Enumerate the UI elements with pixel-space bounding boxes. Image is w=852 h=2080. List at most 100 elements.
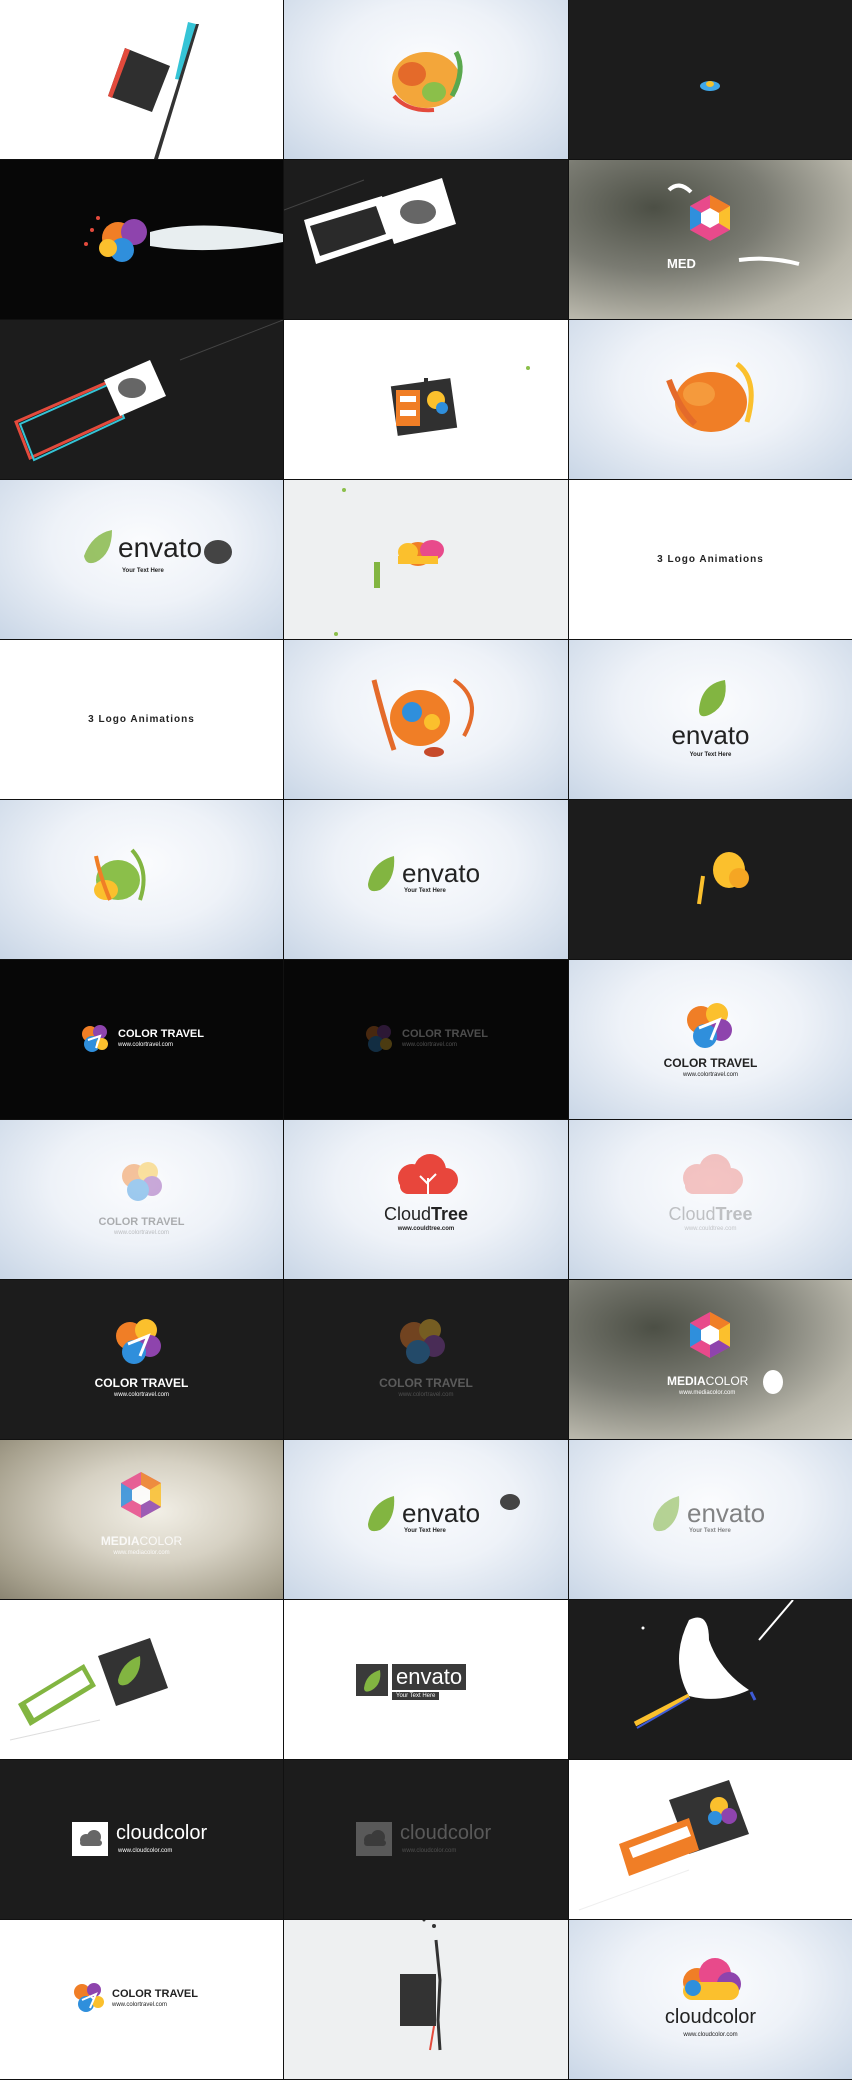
envato-tagline: Your Text Here — [122, 568, 164, 574]
frame-5-2-color-travel-splash — [284, 640, 568, 799]
mediacolor-color-text: COLOR — [139, 1534, 183, 1548]
thumbnail-grid: MED envato Your Text Here 3 Logo Animati… — [0, 0, 852, 2079]
frame-12-2-cloudcolor-fade: cloudcolor www.cloudcolor.com — [284, 1760, 568, 1919]
frame-4-3-title: 3 Logo Animations — [569, 480, 852, 639]
cloudcolor-url: www.cloudcolor.com — [402, 1848, 457, 1854]
color-travel-wordmark: COLOR TRAVEL — [112, 1988, 198, 2000]
color-travel-wordmark: COLOR TRAVEL — [663, 1056, 758, 1070]
cloudcolor-wordmark: cloudcolor — [116, 1822, 208, 1844]
envato-icon-box — [356, 1664, 388, 1696]
frame-9-1-color-travel-stacked-dark: COLOR TRAVEL www.colortravel.com — [0, 1280, 283, 1439]
paint-splash-shape — [392, 50, 463, 113]
mediacolor-url: www.mediacolor.com — [113, 1550, 170, 1556]
color-travel-wordmark: COLOR TRAVEL — [94, 1376, 189, 1390]
frame-7-2-color-travel-fade: COLOR TRAVEL www.colortravel.com — [284, 960, 568, 1119]
card-glitch-shape — [14, 320, 283, 462]
cloud-icon — [80, 1830, 102, 1846]
frame-1-3-tiny-splash — [569, 0, 852, 159]
faded-logo-group: MEDIACOLOR www.mediacolor.com — [0, 1440, 283, 1599]
color-travel-wordmark: COLOR TRAVEL — [118, 1028, 204, 1040]
cloud-icon — [364, 1830, 386, 1846]
frame-8-3-cloudtree-fading: CloudTree www.couldtree.com — [569, 1120, 852, 1279]
frame-11-1-envato-card-stretch — [0, 1600, 283, 1759]
tiny-splash-shape — [700, 81, 720, 91]
frame-1-1-card-swipe — [0, 0, 283, 159]
frame-8-2-cloudtree-logo: CloudTree www.couldtree.com — [284, 1120, 568, 1279]
card-drip-shape — [400, 1920, 442, 2051]
cloudtree-cloud-text: Cloud — [668, 1204, 716, 1224]
frame-4-1-envato-build: envato Your Text Here — [0, 480, 283, 639]
frame-4-2-cloudcolor-build — [284, 480, 568, 639]
cloudtree-tree-text: Tree — [431, 1204, 469, 1224]
envato-wordmark: envato — [118, 532, 203, 563]
mediacolor-color-text: COLOR — [705, 1374, 749, 1388]
color-travel-url: www.colortravel.com — [402, 1042, 458, 1048]
cloudtree-icon — [398, 1154, 458, 1194]
frame-10-2-envato-exit: envato Your Text Here — [284, 1440, 568, 1599]
mediacolor-hex-shape — [667, 183, 800, 266]
mediacolor-url: www.mediacolor.com — [679, 1390, 736, 1396]
faded-logo-group: COLOR TRAVEL www.colortravel.com — [284, 1280, 568, 1439]
envato-tagline: Your Text Here — [404, 888, 446, 894]
cloudtree-tree-text: Tree — [715, 1204, 753, 1224]
envato-tagline: Your Text Here — [689, 752, 732, 758]
frame-13-2-card-drip — [284, 1920, 568, 2079]
frame-5-1-title: 3 Logo Animations — [0, 640, 283, 799]
frame-3-3-orange-splash — [569, 320, 852, 479]
envato-wordmark: envato — [671, 720, 750, 750]
frame-10-1-mediacolor-fading: MEDIACOLOR www.mediacolor.com — [0, 1440, 283, 1599]
frame-7-3-color-travel-stacked: COLOR TRAVEL www.colortravel.com — [569, 960, 852, 1119]
color-travel-url: www.colortravel.com — [113, 1230, 169, 1236]
travel-splash-shape — [371, 678, 474, 757]
color-travel-url: www.colortravel.com — [113, 1392, 169, 1398]
color-travel-wordmark: COLOR TRAVEL — [379, 1376, 473, 1390]
envato-wordmark: envato — [402, 1498, 481, 1528]
card-swipe-shape — [108, 22, 199, 159]
frame-1-2-paint-splash — [284, 0, 568, 159]
cloudtree-icon — [683, 1154, 743, 1194]
envato-tagline: Your Text Here — [689, 1528, 731, 1534]
envato-wordmark: envato — [687, 1498, 766, 1528]
travel-card-shape — [390, 366, 530, 436]
envato-wordmark: envato — [402, 858, 481, 888]
cloudcolor-icon-box — [72, 1822, 108, 1856]
mediacolor-hex-icon — [690, 1312, 783, 1394]
faded-logo-group: CloudTree www.couldtree.com — [569, 1120, 852, 1279]
frame-6-2-envato-logo: envato Your Text Here — [284, 800, 568, 959]
envato-tagline-box: Your Text Here — [392, 1692, 440, 1700]
cloudtree-wordmark: CloudTree — [284, 1204, 568, 1225]
frame-6-3-yellow-splash — [569, 800, 852, 959]
color-travel-url: www.colortravel.com — [118, 1042, 174, 1048]
frame-10-3-envato-fading: envato Your Text Here — [569, 1440, 852, 1599]
color-travel-url: www.colortravel.com — [682, 1072, 738, 1078]
color-travel-url: www.colortravel.com — [398, 1392, 454, 1398]
color-travel-icon — [122, 1162, 162, 1201]
cloudcolor-wordmark: cloudcolor — [664, 2006, 757, 2028]
color-travel-wordmark: COLOR TRAVEL — [402, 1028, 488, 1040]
envato-tagline: Your Text Here — [404, 1528, 446, 1534]
mediacolor-media-text: MEDIA — [100, 1534, 140, 1548]
faded-logo-group: COLOR TRAVEL www.colortravel.com — [284, 960, 568, 1119]
yellow-splash-shape — [697, 852, 749, 905]
frame-5-3-envato-logo: envato Your Text Here — [569, 640, 852, 799]
frame-13-1-color-travel-inline: COLOR TRAVEL www.colortravel.com — [0, 1920, 283, 2079]
frame-11-3-card-swipe-yellow — [569, 1600, 852, 1759]
faded-logo-group: cloudcolor www.cloudcolor.com — [284, 1760, 568, 1919]
mediacolor-wordmark: MEDIACOLOR — [0, 1534, 283, 1548]
frame-2-2-card-stretch — [284, 160, 568, 319]
cloudtree-url: www.couldtree.com — [684, 1226, 737, 1232]
frame-13-3-cloudcolor-stacked: cloudcolor www.cloudcolor.com — [569, 1920, 852, 2079]
mediacolor-hex-icon — [121, 1472, 161, 1518]
title-text: 3 Logo Animations — [88, 714, 195, 725]
frame-8-1-color-travel-fading: COLOR TRAVEL www.colortravel.com — [0, 1120, 283, 1279]
frame-3-1-card-glitch — [0, 320, 283, 479]
mediacolor-media-text: MEDIA — [667, 1374, 706, 1388]
color-travel-icon — [116, 1319, 161, 1364]
frame-7-1-color-travel-dark: COLOR TRAVEL www.colortravel.com — [0, 960, 283, 1119]
cloudcolor-icon-box — [356, 1822, 392, 1856]
orange-splash-shape — [666, 361, 754, 432]
cloudcolor-build-shape — [334, 488, 444, 636]
frame-12-3-travel-card-tilt — [569, 1760, 852, 1919]
frame-3-2-color-travel-card — [284, 320, 568, 479]
green-splash-shape — [94, 848, 146, 901]
